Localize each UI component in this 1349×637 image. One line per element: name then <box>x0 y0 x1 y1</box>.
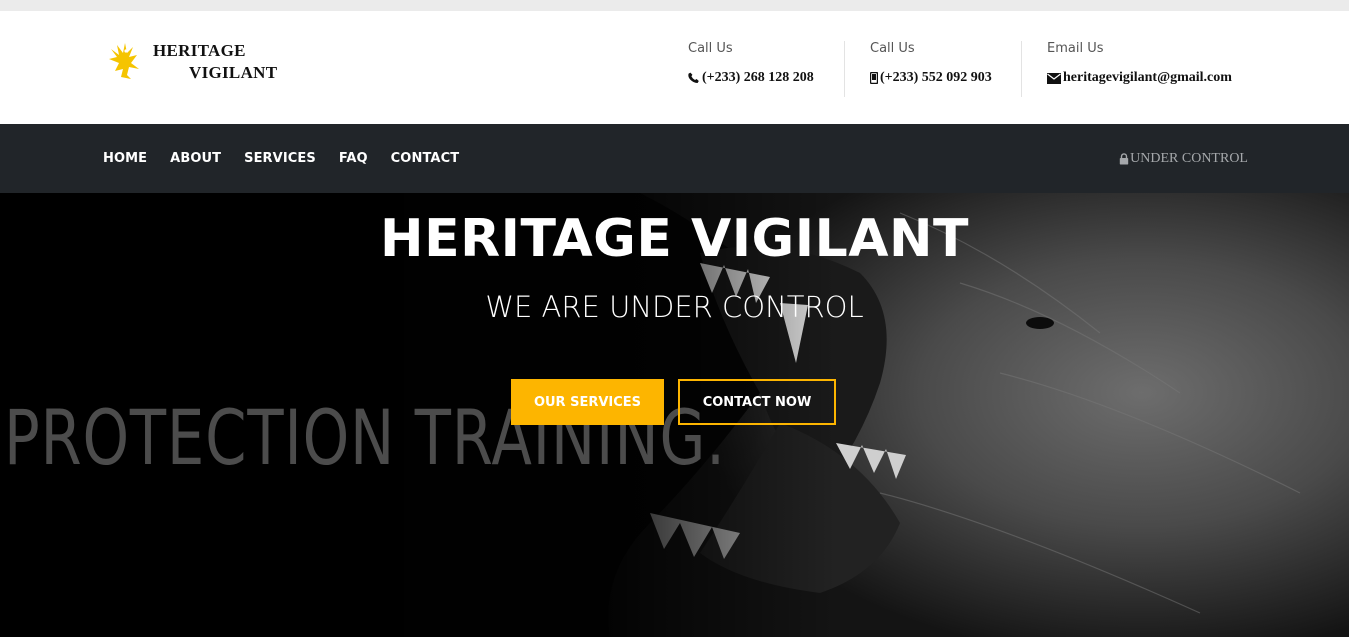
contact-phone-2: Call Us (+233) 552 092 903 <box>870 41 992 97</box>
contact-value[interactable]: (+233) 552 092 903 <box>870 70 992 86</box>
top-strip <box>0 0 1349 11</box>
lock-icon <box>1119 152 1129 164</box>
nav-item-services[interactable]: SERVICES <box>244 151 316 166</box>
contact-label: Call Us <box>688 41 733 56</box>
hero-subtitle: WE ARE UNDER CONTROL <box>485 290 864 324</box>
envelope-icon <box>1047 72 1061 84</box>
contact-now-button[interactable]: CONTACT NOW <box>678 379 836 425</box>
phone-icon <box>688 72 699 84</box>
nav-tagline-text: UNDER CONTROL <box>1130 150 1248 166</box>
contact-label: Email Us <box>1047 41 1104 56</box>
contact-divider <box>844 41 845 97</box>
brand-name-line2: VIGILANT <box>189 63 278 82</box>
main-nav: HOME ABOUT SERVICES FAQ CONTACT <box>103 124 482 193</box>
nav-item-home[interactable]: HOME <box>103 151 147 166</box>
nav-item-contact[interactable]: CONTACT <box>391 151 460 166</box>
mobile-icon <box>870 72 878 84</box>
main-navbar: HOME ABOUT SERVICES FAQ CONTACT UNDER CO… <box>0 124 1349 193</box>
nav-item-about[interactable]: ABOUT <box>170 151 221 166</box>
contact-value[interactable]: (+233) 268 128 208 <box>688 70 814 86</box>
contact-phone-1: Call Us (+233) 268 128 208 <box>688 41 814 97</box>
contact-divider <box>1021 41 1022 97</box>
phone-number: (+233) 268 128 208 <box>702 70 814 85</box>
nav-tagline: UNDER CONTROL <box>1119 124 1248 193</box>
hero-section: PROTECTION TRAINING. HERITAGE VIGILANT W… <box>0 193 1349 637</box>
site-logo[interactable]: HERITAGE VIGILANT <box>107 40 307 90</box>
phone-number: (+233) 552 092 903 <box>880 70 992 85</box>
contact-value[interactable]: heritagevigilant@gmail.com <box>1047 70 1232 86</box>
hero-title: HERITAGE VIGILANT <box>380 209 969 269</box>
contact-email: Email Us heritagevigilant@gmail.com <box>1047 41 1232 97</box>
eagle-logo-icon <box>109 43 139 79</box>
nav-item-faq[interactable]: FAQ <box>339 151 368 166</box>
our-services-button[interactable]: OUR SERVICES <box>511 379 664 425</box>
brand-name-line1: HERITAGE <box>153 41 246 60</box>
site-header: HERITAGE VIGILANT Call Us (+233) 268 128… <box>0 11 1349 124</box>
email-address: heritagevigilant@gmail.com <box>1063 70 1232 85</box>
contact-label: Call Us <box>870 41 915 56</box>
